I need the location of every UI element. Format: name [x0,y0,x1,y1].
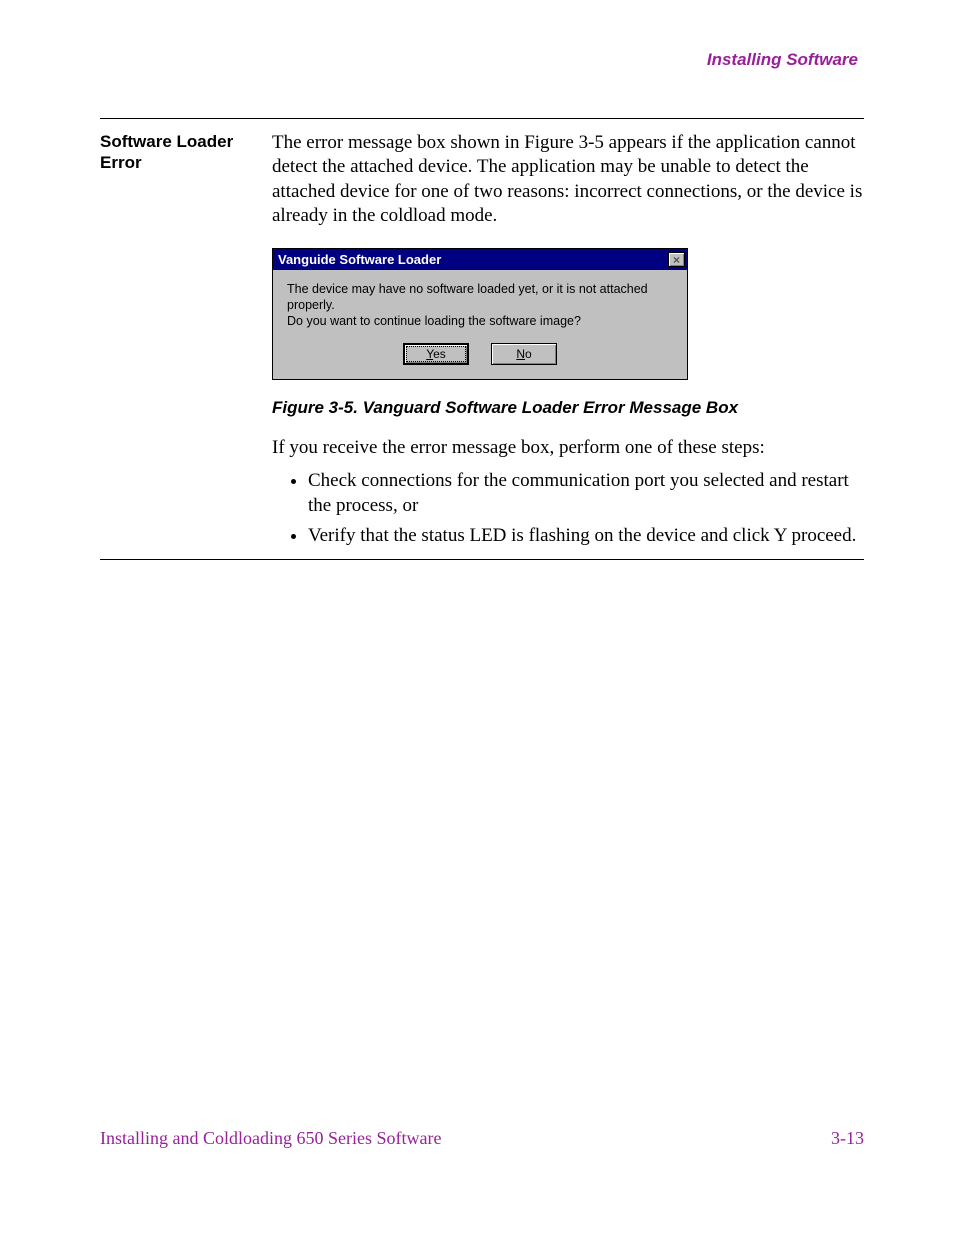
header-section-title: Installing Software [100,50,864,70]
dialog-line2: Do you want to continue loading the soft… [287,314,581,328]
rule-bottom [100,559,864,560]
error-dialog: Vanguide Software Loader × The device ma… [272,248,688,380]
list-item: Verify that the status LED is flashing o… [308,524,864,549]
dialog-body: The device may have no software loaded y… [273,270,687,379]
rule-top [100,118,864,119]
dialog-title: Vanguide Software Loader [278,252,441,267]
dialog-titlebar: Vanguide Software Loader × [273,249,687,270]
dialog-line1: The device may have no software loaded y… [287,282,648,312]
dialog-message: The device may have no software loaded y… [287,282,673,329]
footer-right: 3-13 [831,1128,864,1149]
yes-button[interactable]: Yes [403,343,469,365]
list-item: Check connections for the communication … [308,469,864,518]
page-footer: Installing and Coldloading 650 Series So… [100,1128,864,1149]
close-icon[interactable]: × [668,252,685,267]
steps-list: Check connections for the communication … [308,469,864,549]
no-button[interactable]: No [491,343,557,365]
footer-left: Installing and Coldloading 650 Series So… [100,1128,441,1149]
side-heading: Software Loader Error [100,131,272,238]
after-text: If you receive the error message box, pe… [272,436,864,461]
figure-caption: Figure 3-5. Vanguard Software Loader Err… [272,398,864,418]
intro-paragraph: The error message box shown in Figure 3-… [272,131,864,228]
